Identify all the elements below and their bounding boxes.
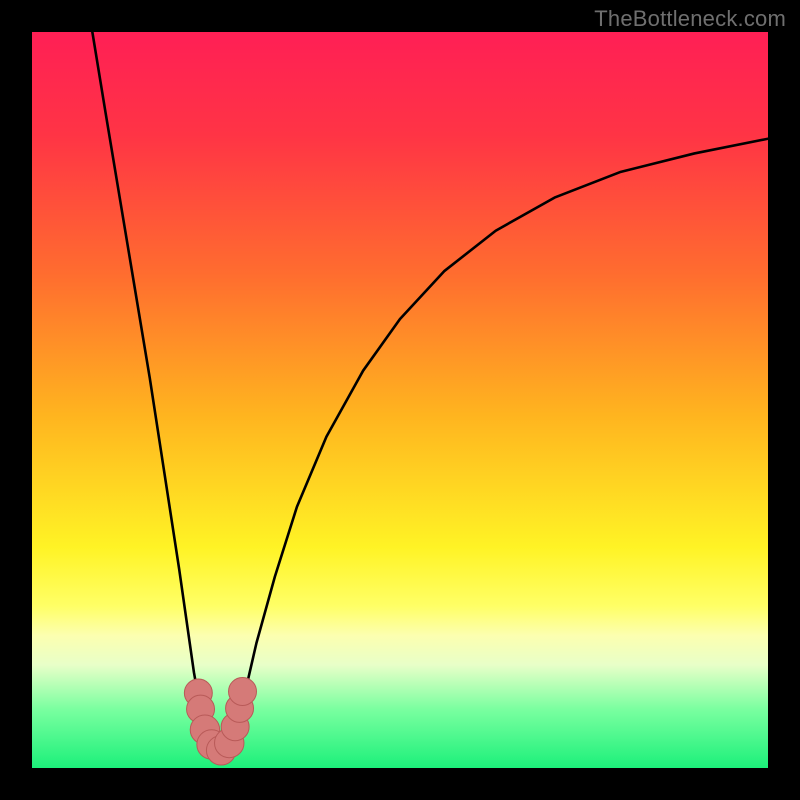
- watermark-text: TheBottleneck.com: [594, 6, 786, 32]
- outer-frame: TheBottleneck.com: [0, 0, 800, 800]
- plot-area: [32, 32, 768, 768]
- marker-8: [229, 677, 257, 705]
- chart-svg: [32, 32, 768, 768]
- gradient-background: [32, 32, 768, 768]
